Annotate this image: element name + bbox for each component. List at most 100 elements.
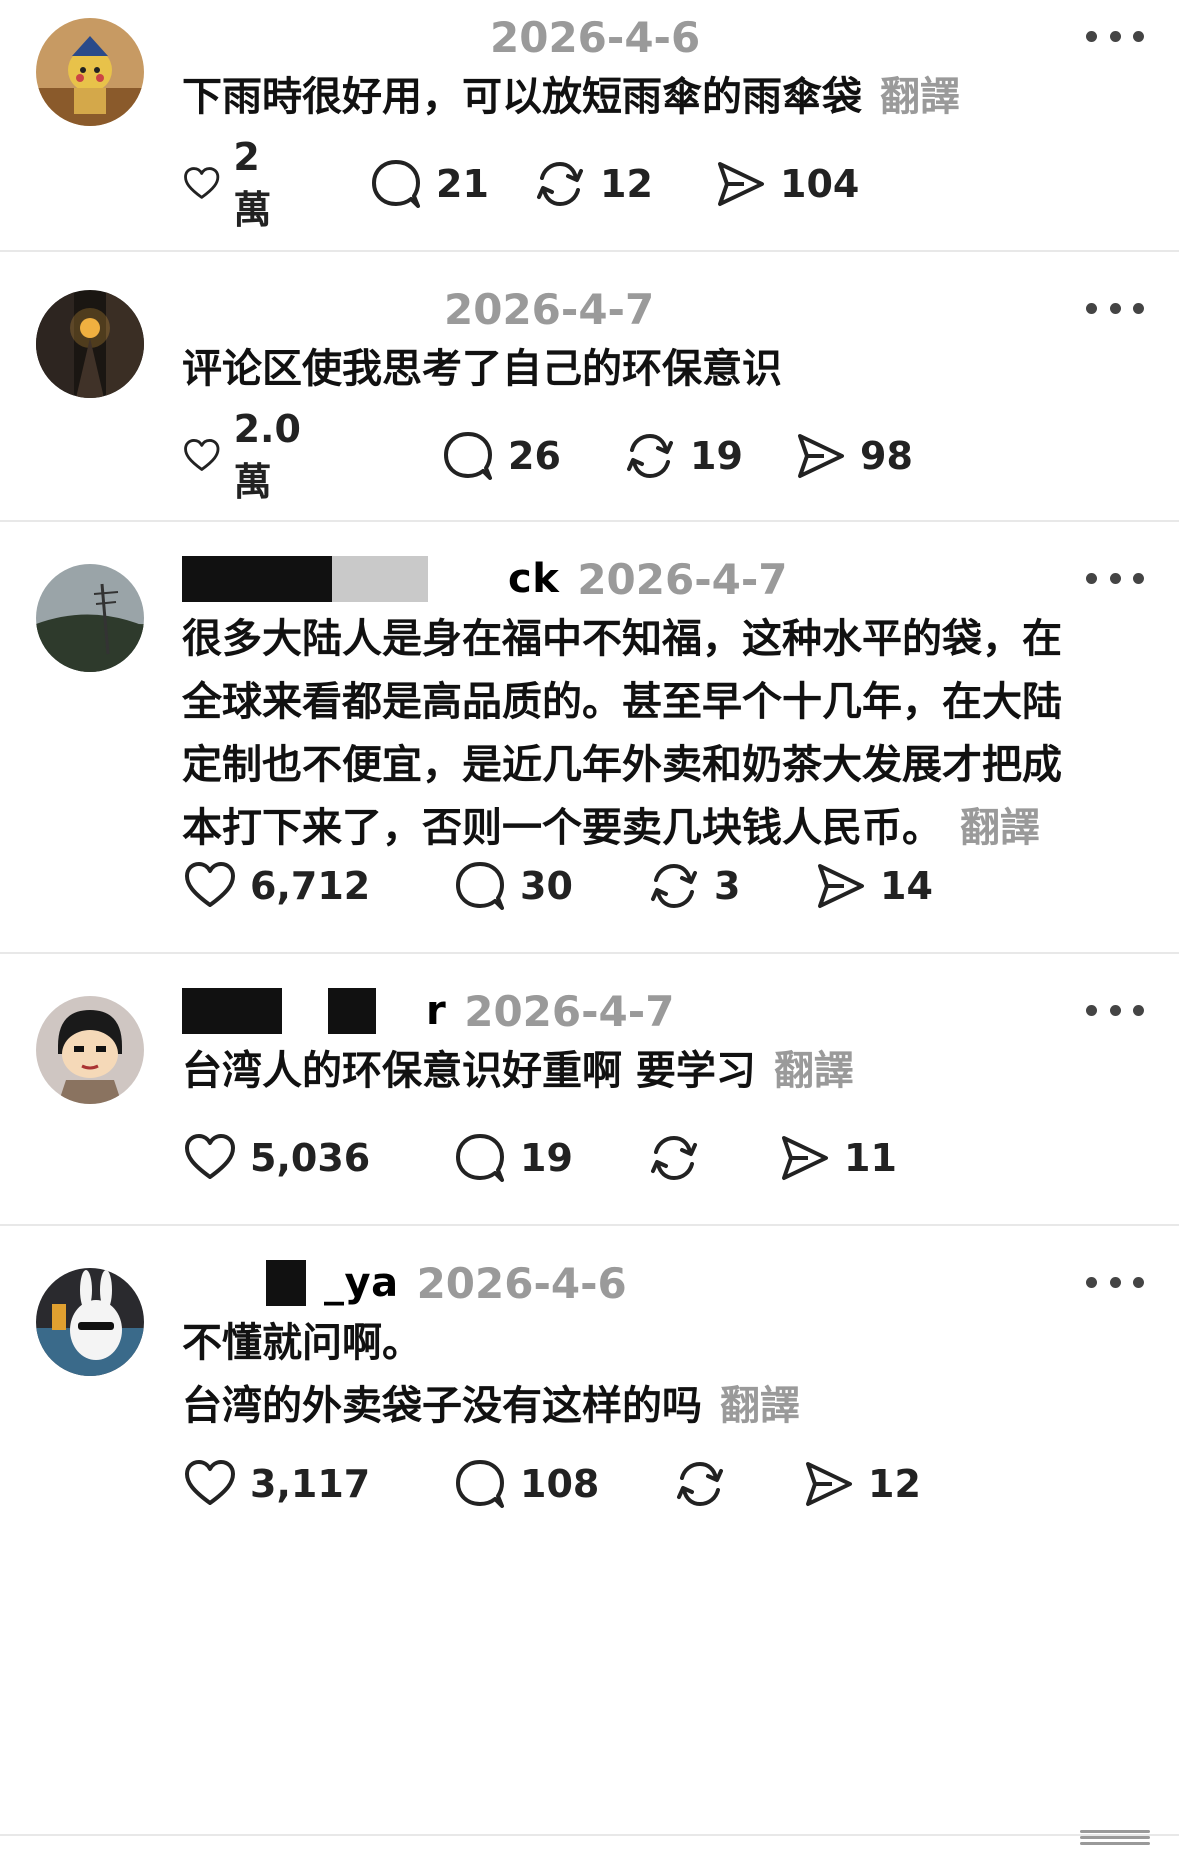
send-icon [806,1462,852,1506]
translate-link[interactable]: 翻譯 [880,74,960,120]
redacted-username [200,14,490,60]
speech-bubble-icon [456,1460,504,1508]
comment-line: 本打下来了，否则一个要卖几块钱人民币。 [182,805,942,851]
comment-line: 台湾的外卖袋子没有这样的吗 [182,1383,702,1429]
comment-text: 评论区使我思考了自己的环保意识 [182,338,1142,401]
avatar[interactable] [36,1268,144,1376]
redacted-username [332,556,428,602]
username[interactable]: ck [508,556,559,602]
reply-count: 21 [436,162,489,206]
share-button[interactable]: 104 [712,154,859,214]
like-count: 2 萬 [233,134,272,232]
comment-date: 2026-4-6 [490,12,701,62]
repost-button[interactable]: 19 [622,426,743,486]
share-count: 11 [844,1136,897,1180]
avatar[interactable] [36,996,144,1104]
more-dots-icon[interactable] [1086,568,1144,588]
more-dots-icon[interactable] [1086,26,1144,46]
like-button[interactable]: 6,712 [182,856,370,916]
redacted-username [266,1260,306,1306]
comment-date: 2026-4-7 [464,986,675,1036]
redacted-username [328,988,376,1034]
comment-line: 定制也不便宜，是近几年外卖和奶茶大发展才把成 [182,742,1062,788]
repost-arrows-icon [537,161,583,207]
heart-icon [185,862,235,907]
like-count: 3,117 [250,1462,371,1506]
comment-text: 很多大陆人是身在福中不知福，这种水平的袋，在 全球来看都是高品质的。甚至早个十几… [182,608,1142,860]
repost-button[interactable]: 12 [532,154,653,214]
repost-arrows-icon [651,863,697,909]
reply-button[interactable]: 19 [452,1128,573,1188]
reply-button[interactable]: 30 [452,856,573,916]
comment-header: 2026-4-6 [182,12,700,62]
comment-line: 很多大陆人是身在福中不知福，这种水平的袋，在 [182,616,1062,662]
reply-button[interactable]: 21 [368,154,489,214]
translate-link[interactable]: 翻譯 [774,1048,854,1094]
comment-item: _ya 2026-4-6 不懂就问啊。 台湾的外卖袋子没有这样的吗 翻譯 3,11… [0,1226,1179,1546]
share-button[interactable]: 11 [776,1128,897,1188]
comment-header: _ya 2026-4-6 [182,1258,627,1308]
more-dots-icon[interactable] [1086,1272,1144,1292]
speech-bubble-icon [456,862,504,910]
comment-line: 评论区使我思考了自己的环保意识 [182,346,782,392]
comment-text: 台湾人的环保意识好重啊 要学习 翻譯 [182,1040,1142,1103]
heart-icon [185,1460,235,1505]
redacted-username [182,988,282,1034]
repost-button[interactable]: 3 [646,856,740,916]
repost-arrows-icon [677,1461,723,1507]
reply-button[interactable]: 108 [452,1454,599,1514]
avatar[interactable] [36,18,144,126]
comment-line: 不懂就问啊。 [182,1320,422,1366]
repost-count: 19 [690,434,743,478]
send-icon [718,162,764,206]
reply-button[interactable]: 26 [440,426,561,486]
redacted-username [182,1260,266,1306]
reply-count: 19 [520,1136,573,1180]
like-button[interactable]: 2.0 萬 [182,407,317,504]
avatar[interactable] [36,564,144,672]
watermark-lines [1080,1830,1150,1845]
more-dots-icon[interactable] [1086,298,1144,318]
share-button[interactable]: 98 [792,426,913,486]
speech-bubble-icon [444,432,492,480]
comment-date: 2026-4-7 [577,554,788,604]
heart-icon [184,439,220,471]
share-count: 104 [780,162,860,206]
comment-text: 不懂就问啊。 台湾的外卖袋子没有这样的吗 翻譯 [182,1312,1142,1438]
comment-item: r 2026-4-7 台湾人的环保意识好重啊 要学习 翻譯 5,036 19 11 [0,954,1179,1224]
repost-count: 12 [600,162,653,206]
share-button[interactable]: 12 [800,1454,921,1514]
like-button[interactable]: 2 萬 [182,135,288,232]
like-count: 6,712 [250,864,371,908]
like-button[interactable]: 5,036 [182,1128,370,1188]
divider [0,1834,1179,1836]
like-button[interactable]: 3,117 [182,1454,370,1514]
comment-line: 下雨時很好用，可以放短雨傘的雨傘袋 [182,74,862,120]
comment-header: ck 2026-4-7 [182,554,788,604]
comment-item: ck 2026-4-7 很多大陆人是身在福中不知福，这种水平的袋，在 全球来看都… [0,522,1179,952]
translate-link[interactable]: 翻譯 [720,1383,800,1429]
repost-button[interactable] [646,1128,714,1188]
heart-icon [184,167,220,199]
share-count: 12 [868,1462,921,1506]
more-dots-icon[interactable] [1086,1000,1144,1020]
share-count: 98 [860,434,913,478]
comment-date: 2026-4-7 [444,284,655,334]
send-icon [798,434,844,478]
send-icon [818,864,864,908]
comment-header: 2026-4-7 [182,284,654,334]
username[interactable]: r [426,988,446,1034]
username[interactable]: _ya [324,1260,399,1306]
reply-count: 30 [520,864,573,908]
comment-line: 全球来看都是高品质的。甚至早个十几年，在大陆 [182,679,1062,725]
repost-count: 3 [714,864,741,908]
translate-link[interactable]: 翻譯 [960,805,1040,851]
like-count: 2.0 萬 [233,406,301,504]
share-button[interactable]: 14 [812,856,933,916]
comment-header: r 2026-4-7 [182,986,674,1036]
avatar[interactable] [36,290,144,398]
heart-icon [185,1134,235,1179]
send-icon [782,1136,828,1180]
repost-button[interactable] [672,1454,740,1514]
reply-count: 26 [508,434,561,478]
